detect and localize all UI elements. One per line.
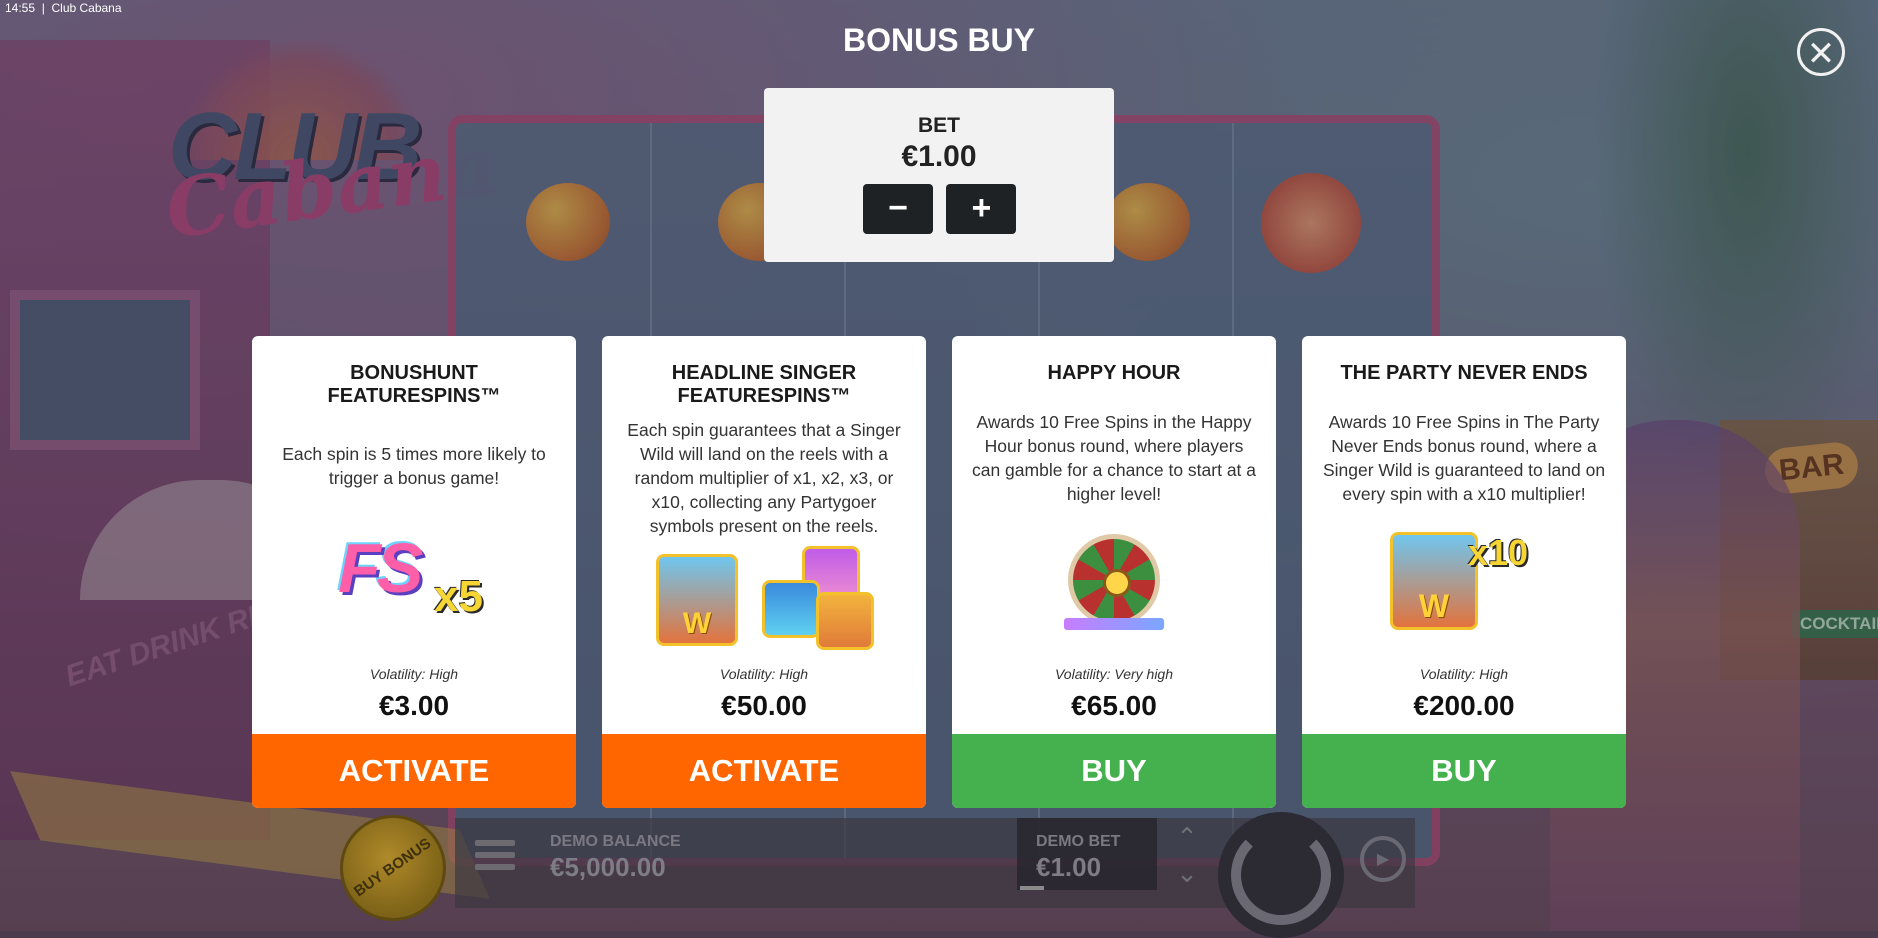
activate-button[interactable]: ACTIVATE [602,734,926,808]
bet-down-chevron-icon[interactable]: ⌄ [1172,858,1202,888]
singer-wild-symbol: W [656,554,738,646]
autoplay-icon[interactable]: ▶ [1360,836,1406,882]
card-price: €65.00 [1071,690,1157,721]
buy-bonus-button[interactable]: BUY BONUS [340,815,446,921]
featurespins-x5-image: FS x5 [338,528,498,628]
bet-selector: BET €1.00 − + [764,88,1114,262]
card-description: Awards 10 Free Spins in the Happy Hour b… [971,412,1257,504]
demo-balance-value: €5,000.00 [550,852,666,882]
card-price: €3.00 [378,690,450,721]
card-title: THE PARTY NEVER ENDS [1340,362,1588,384]
spin-arrow-icon [1231,825,1331,925]
wheel-stand [1064,618,1164,630]
bonus-card-party-never-ends: THE PARTY NEVER ENDS Awards 10 Free Spin… [1302,336,1626,808]
bet-label: BET [918,114,960,137]
demo-bet-label: DEMO BET [1036,833,1121,850]
buy-button[interactable]: BUY [952,734,1276,808]
card-volatility: Volatility: Very high [1054,666,1173,682]
demo-balance-label: DEMO BALANCE [550,833,681,850]
wild-badge: W [682,607,712,640]
bonus-card-happy-hour: HAPPY HOUR Awards 10 Free Spins in the H… [952,336,1276,808]
prize-wheel-image [1068,534,1160,626]
bet-up-chevron-icon[interactable]: ⌃ [1172,822,1202,852]
card-description: Each spin is 5 times more likely to trig… [282,444,546,488]
bet-increase-button[interactable]: + [946,184,1017,234]
card-price: €200.00 [1413,690,1515,721]
close-button[interactable]: ✕ [1797,28,1845,76]
card-price: €50.00 [721,690,807,721]
partygoer-symbol [816,592,874,650]
buy-bonus-label: BUY BONUS [351,834,435,901]
clock: 14:55 [5,1,36,15]
card-title: HEADLINE SINGER FEATURESPINS™ [671,362,857,407]
fs-multiplier: x5 [434,572,483,621]
buy-button[interactable]: BUY [1302,734,1626,808]
bonus-card-bonushunt: BONUSHUNT FEATURESPINS™ Each spin is 5 t… [252,336,576,808]
window-title: Club Cabana [51,1,122,15]
card-title: HAPPY HOUR [1047,362,1181,384]
card-volatility: Volatility: High [719,666,809,682]
x10-multiplier: x10 [1468,532,1529,573]
bet-decrease-button[interactable]: − [863,184,933,234]
fs-logo: FS [338,529,423,607]
card-volatility: Volatility: High [369,666,459,682]
wild-badge: W [1418,588,1450,624]
bet-level-indicator [1020,886,1044,890]
card-description: Awards 10 Free Spins in The Party Never … [1322,412,1606,504]
activate-button[interactable]: ACTIVATE [252,734,576,808]
singer-wild-symbol: W [1390,532,1478,630]
close-icon: ✕ [1806,35,1836,73]
card-description: Each spin guarantees that a Singer Wild … [627,420,901,536]
bonus-card-headline-singer: HEADLINE SINGER FEATURESPINS™ Each spin … [602,336,926,808]
partygoer-symbol [762,580,820,638]
spin-button[interactable] [1218,812,1344,938]
bonus-buy-title: BONUS BUY [842,22,1035,58]
card-title: BONUSHUNT FEATURESPINS™ [327,362,501,407]
card-volatility: Volatility: High [1419,666,1509,682]
menu-icon[interactable] [475,840,515,876]
demo-bet-value: €1.00 [1036,852,1102,882]
bet-value: €1.00 [901,140,977,173]
status-bar: 14:55 | Club Cabana [5,1,122,15]
